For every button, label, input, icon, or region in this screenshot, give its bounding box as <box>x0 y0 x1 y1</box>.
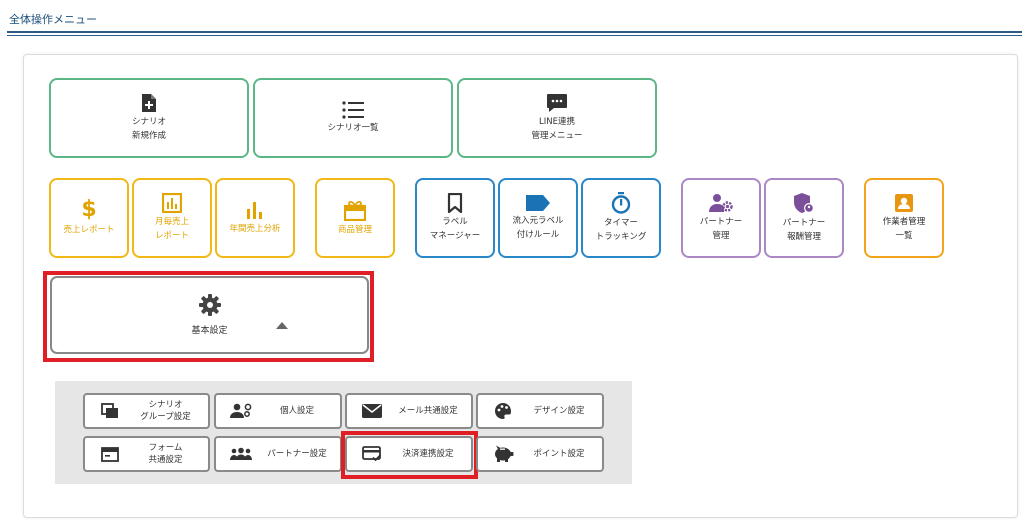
tile-label-line1: シナリオ一覧 <box>327 122 379 133</box>
tile-partner-management[interactable]: パートナー 管理 <box>681 178 761 258</box>
tile-label-line2: レポート <box>154 230 189 241</box>
tile-timer-tracking[interactable]: タイマー トラッキング <box>581 178 661 258</box>
partner-settings-button[interactable]: パートナー設定 <box>214 436 342 472</box>
button-label: ポイント設定 <box>533 448 585 459</box>
timer-icon <box>611 192 631 215</box>
button-label: パートナー設定 <box>267 448 327 459</box>
tile-scenario-new[interactable]: シナリオ 新規作成 <box>49 78 249 158</box>
tile-label-line1: パートナー <box>699 217 743 228</box>
list-icon <box>342 101 364 119</box>
tile-label-line1: 月毎売上 <box>154 217 189 228</box>
tile-annual-sales[interactable]: 年間売上分析 <box>215 178 295 258</box>
tile-scenario-list[interactable]: シナリオ一覧 <box>253 78 453 158</box>
tag-icon <box>525 194 551 212</box>
basic-settings-label: 基本設定 <box>191 326 228 336</box>
button-label-line2: 共通設定 <box>148 455 183 465</box>
file-plus-icon <box>141 93 157 113</box>
tile-label-line2: 報酬管理 <box>786 231 821 242</box>
tile-label-line2: 管理 <box>712 230 730 241</box>
card-check-icon <box>361 446 383 462</box>
tile-label-line1: 売上レポート <box>63 224 115 235</box>
form-common-settings-button[interactable]: フォーム 共通設定 <box>83 436 210 472</box>
tile-label-line1: LINE連携 <box>539 117 575 128</box>
tile-label-line2: 一覧 <box>895 230 913 241</box>
button-label-line2: グループ設定 <box>140 412 191 422</box>
user-gear-icon <box>709 193 733 213</box>
group-icon <box>230 447 252 461</box>
tile-sales-report[interactable]: $ 売上レポート <box>49 178 129 258</box>
tile-label-line1: 作業者管理 <box>882 217 926 228</box>
button-label-line1: フォーム <box>148 442 183 453</box>
copy-icon <box>99 403 121 419</box>
bar-chart-icon <box>245 200 265 220</box>
chat-icon <box>546 93 568 113</box>
scenario-group-settings-button[interactable]: シナリオグループ設定 <box>83 393 210 429</box>
user-settings-icon <box>230 403 252 419</box>
tile-label-line2: 新規作成 <box>131 130 166 141</box>
tile-label-line2: 付けルール <box>516 229 560 240</box>
tile-label-line2: 管理メニュー <box>531 130 583 141</box>
tile-worker-management[interactable]: 作業者管理 一覧 <box>864 178 944 258</box>
mail-common-settings-button[interactable]: メール共通設定 <box>345 393 473 429</box>
tile-label-manager[interactable]: ラベル マネージャー <box>415 178 495 258</box>
caret-up-icon[interactable] <box>276 322 288 329</box>
design-settings-button[interactable]: デザイン設定 <box>476 393 604 429</box>
personal-settings-button[interactable]: 個人設定 <box>214 393 342 429</box>
envelope-icon <box>361 404 383 418</box>
button-label: 個人設定 <box>279 405 314 416</box>
tile-label-line2: トラッキング <box>595 231 647 242</box>
tile-label-line1: 商品管理 <box>337 224 372 235</box>
tile-label-line1: パートナー <box>782 218 826 229</box>
tile-label-line1: タイマー <box>603 218 638 229</box>
payment-integration-settings-button[interactable]: 決済連携設定 <box>345 436 473 472</box>
button-label: デザイン設定 <box>533 405 585 416</box>
basic-settings-button[interactable]: 基本設定 <box>50 276 369 354</box>
piggy-bank-icon <box>492 445 514 463</box>
tile-label-line1: シナリオ <box>131 117 166 128</box>
tile-label-line1: 流入元ラベル <box>512 216 564 227</box>
title-divider <box>7 31 1022 36</box>
bar-chart-box-icon <box>162 193 182 214</box>
tile-product-management[interactable]: 商品管理 <box>315 178 395 258</box>
palette-icon <box>492 402 514 420</box>
point-settings-button[interactable]: ポイント設定 <box>476 436 604 472</box>
tile-label-line1: 年間売上分析 <box>229 223 281 234</box>
tile-label-line2: マネージャー <box>429 230 481 241</box>
button-label: 決済連携設定 <box>402 448 454 459</box>
tile-monthly-sales[interactable]: 月毎売上 レポート <box>132 178 212 258</box>
button-label-line1: シナリオ <box>148 399 183 410</box>
button-label: メール共通設定 <box>398 405 458 416</box>
bookmark-icon <box>447 193 463 214</box>
tile-partner-reward[interactable]: パートナー 報酬管理 <box>764 178 844 258</box>
gift-icon <box>344 199 366 221</box>
page-title: 全体操作メニュー <box>9 13 97 26</box>
shield-user-icon <box>793 192 815 214</box>
form-window-icon <box>99 446 121 462</box>
dollar-icon: $ <box>81 196 97 222</box>
gear-icon <box>198 294 221 319</box>
contact-card-icon <box>894 193 914 213</box>
tile-line-menu[interactable]: LINE連携 管理メニュー <box>457 78 657 158</box>
tile-label-line1: ラベル <box>442 217 468 228</box>
tile-inflow-label-rules[interactable]: 流入元ラベル 付けルール <box>498 178 578 258</box>
